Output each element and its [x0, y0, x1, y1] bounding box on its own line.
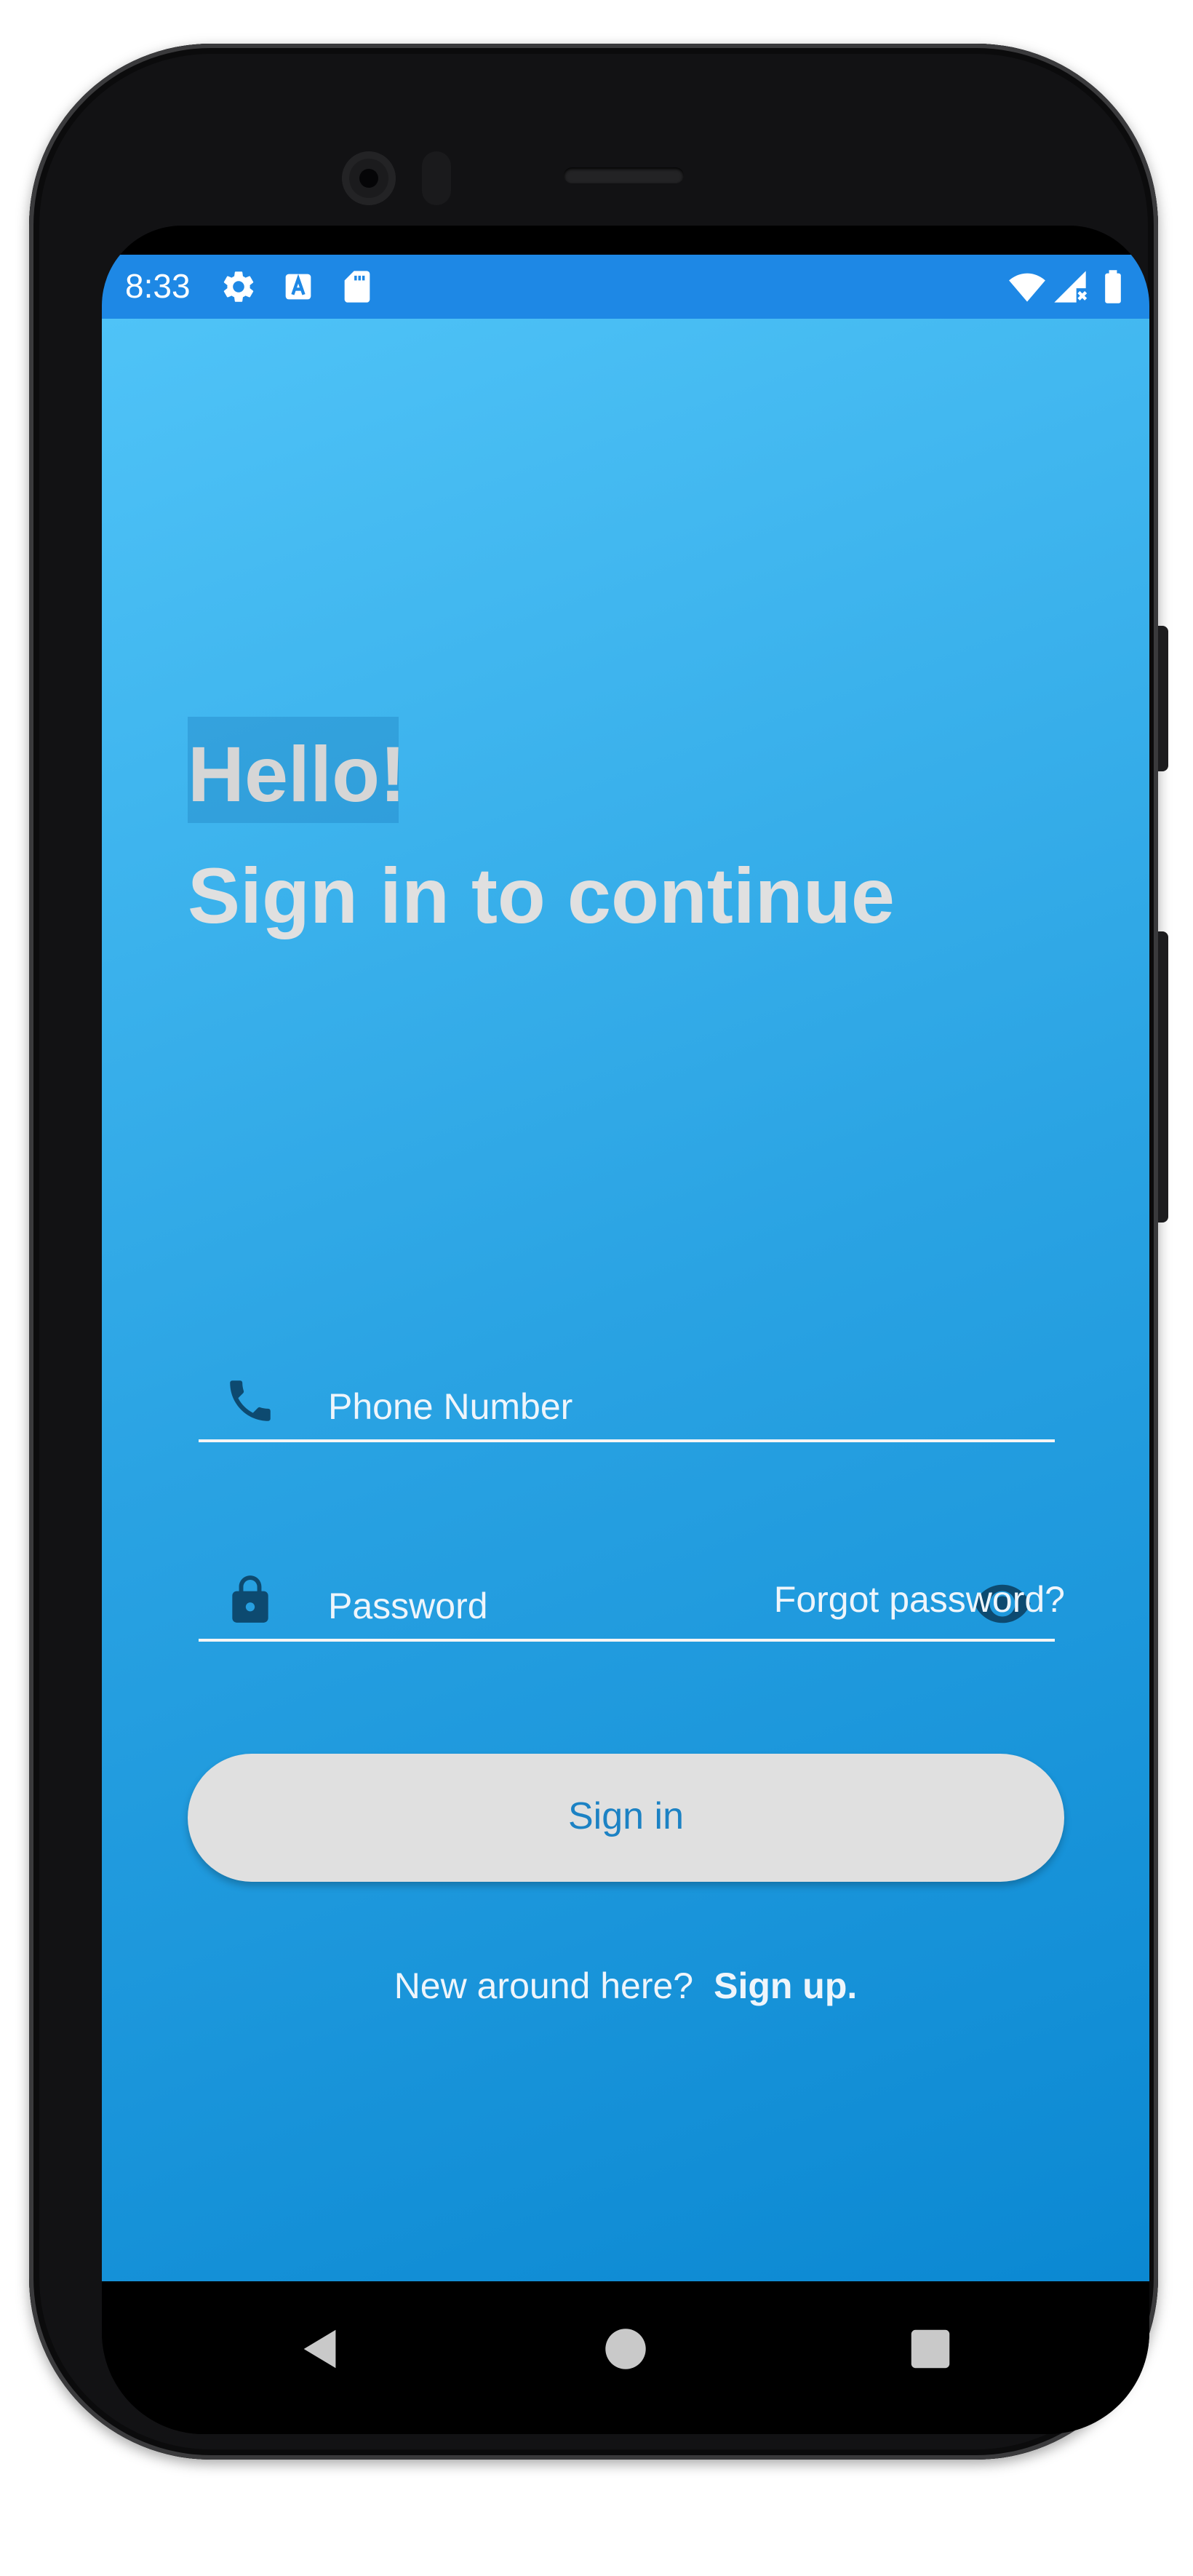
sd-card-icon — [344, 271, 370, 303]
forgot-password-link[interactable]: Forgot password? — [774, 1578, 1065, 1621]
login-screen: Hello! Sign in to continue Phone Number … — [102, 319, 1149, 2281]
status-time: 8:33 — [125, 267, 191, 305]
wifi-icon — [1009, 273, 1045, 302]
phone-screen: 8:33 Hello! Sign in to continue Phone Nu… — [102, 226, 1149, 2434]
page-subtitle: Sign in to continue — [188, 851, 895, 939]
phone-number-placeholder: Phone Number — [328, 1386, 573, 1427]
volume-rocker — [1158, 931, 1168, 1223]
greeting-highlight: Hello! — [188, 717, 406, 823]
back-triangle-icon[interactable] — [295, 2323, 346, 2374]
navigation-bar — [102, 2281, 1149, 2434]
lock-icon — [232, 1575, 268, 1623]
power-button — [1158, 626, 1168, 771]
sign-in-button[interactable]: Sign in — [188, 1754, 1064, 1882]
phone-frame: 8:33 Hello! Sign in to continue Phone Nu… — [29, 44, 1168, 2460]
a-notification-icon — [285, 274, 311, 300]
password-placeholder: Password — [328, 1586, 488, 1626]
front-camera — [342, 151, 396, 205]
recents-square-icon[interactable] — [905, 2323, 956, 2374]
greeting-text: Hello! — [188, 730, 407, 818]
status-bar: 8:33 — [102, 255, 1149, 319]
sign-in-label: Sign in — [568, 1795, 684, 1837]
phone-icon — [230, 1380, 271, 1421]
earpiece-speaker — [564, 167, 684, 183]
home-circle-icon[interactable] — [600, 2323, 651, 2374]
signup-prompt: New around here? Sign up. — [102, 1965, 1149, 2007]
signup-prompt-text: New around here? — [394, 1965, 694, 2006]
phone-number-field[interactable]: Phone Number — [199, 1367, 1055, 1442]
sign-up-link[interactable]: Sign up. — [714, 1965, 857, 2006]
proximity-sensor — [422, 151, 451, 205]
gear-icon — [223, 271, 254, 302]
battery-icon — [1105, 270, 1121, 303]
no-signal-icon — [1054, 271, 1088, 303]
